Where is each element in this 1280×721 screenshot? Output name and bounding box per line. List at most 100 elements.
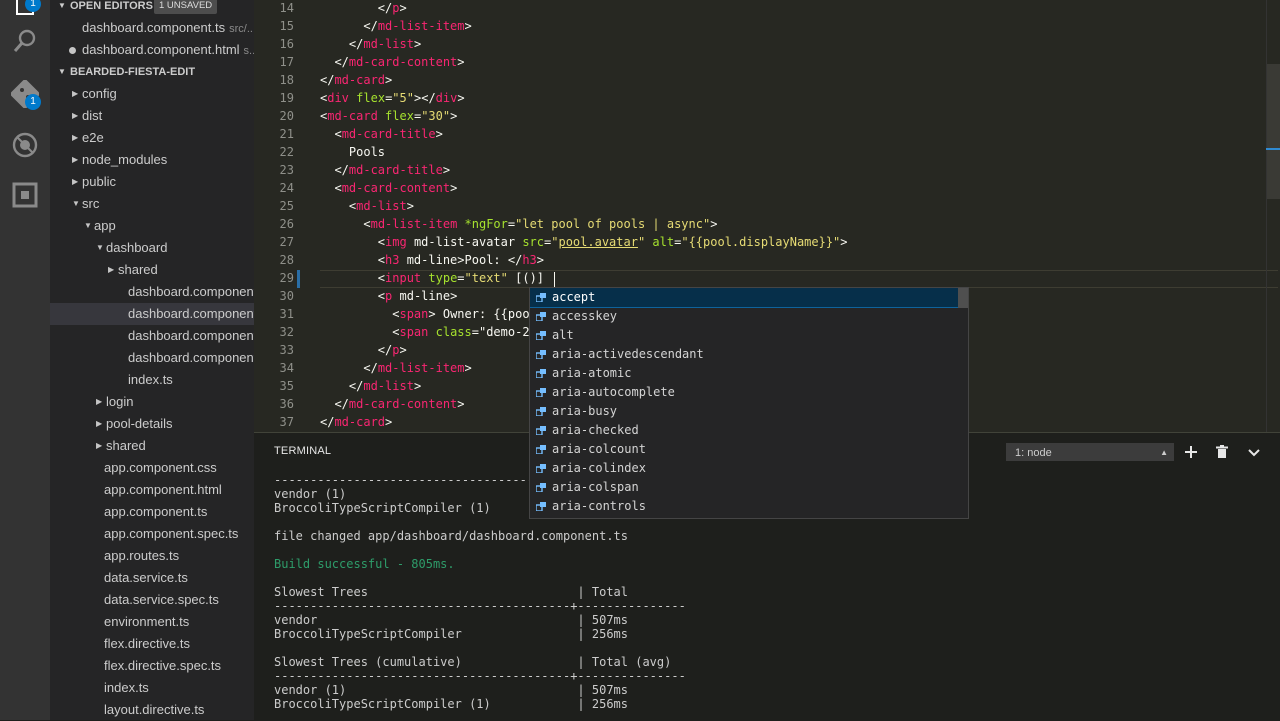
folder-item[interactable]: ▶ config [50,83,254,105]
folder-item[interactable]: ▶ pool-details [50,413,254,435]
panel-tab-terminal[interactable]: TERMINAL [274,445,331,457]
code-line[interactable]: <div flex="5"></div> [320,89,465,107]
file-item[interactable]: index.ts [50,369,254,391]
file-item[interactable]: flex.directive.spec.ts [50,655,254,677]
tree-item-label: dashboard [106,240,168,255]
line-number: 24 [279,181,294,195]
folder-item[interactable]: ▶ public [50,171,254,193]
property-icon [536,293,546,302]
kill-terminal-button[interactable] [1212,442,1232,462]
folder-item[interactable]: ▶ dist [50,105,254,127]
code-line[interactable]: <input type="text" [()] [320,269,544,287]
suggestion-label: accept [552,290,596,304]
code-line[interactable]: <p md-line> [320,287,458,305]
suggestion-label: aria-busy [552,404,618,418]
code-line[interactable]: </p> [320,341,407,359]
open-editors-header[interactable]: ▼ OPEN EDITORS 1 UNSAVED [50,0,254,17]
code-line[interactable]: </md-list-item> [320,359,471,377]
file-item[interactable]: data.service.ts [50,567,254,589]
file-item[interactable]: app.component.spec.ts [50,523,254,545]
code-line[interactable]: </md-card-content> [320,53,464,71]
tree-item-label: layout.directive.ts [104,702,205,717]
chevron-right-icon: ▶ [108,265,115,274]
code-line[interactable]: </md-card> [320,413,392,431]
tree-item-label: app.component.ts [104,504,208,519]
code-line[interactable]: <h3 md-line>Pool: </h3> [320,251,544,269]
project-header[interactable]: ▼ BEARDED-FIESTA-EDIT [50,61,254,83]
file-item[interactable]: environment.ts [50,611,254,633]
suggestion-item[interactable]: aria-colcount [530,440,958,459]
code-line[interactable]: Pools [320,143,385,161]
file-item[interactable]: dashboard.component.... [50,303,254,325]
select-arrows-icon: ▲ [1160,448,1168,457]
unsaved-badge: 1 UNSAVED [154,0,218,14]
debug-icon[interactable] [11,131,39,159]
collapse-panel-button[interactable] [1244,442,1264,462]
chevron-down-icon [1248,449,1260,457]
tree-item-label: data.service.spec.ts [104,592,219,607]
suggestion-item[interactable]: aria-controls [530,497,958,516]
folder-item[interactable]: ▼ src [50,193,254,215]
file-item[interactable]: index.ts [50,677,254,699]
open-editor-item[interactable]: dashboard.component.htmls... [50,39,254,61]
code-line[interactable]: <md-card-title> [320,125,442,143]
folder-item[interactable]: ▼ app [50,215,254,237]
code-line[interactable]: <md-card-content> [320,179,457,197]
code-line[interactable]: <span> Owner: {{poo [320,305,529,323]
folder-item[interactable]: ▶ shared [50,435,254,457]
tree-item-label: src [82,196,100,211]
folder-item[interactable]: ▶ login [50,391,254,413]
suggestion-item[interactable]: aria-atomic [530,364,958,383]
search-icon[interactable] [11,27,39,55]
code-line[interactable]: </md-list> [320,377,421,395]
autocomplete-widget[interactable]: accept accesskey alt aria-activedescendant a… [529,287,969,519]
tree-item-label: login [106,394,134,409]
code-line[interactable]: </md-card> [320,71,392,89]
suggestion-item[interactable]: alt [530,326,958,345]
folder-item[interactable]: ▶ node_modules [50,149,254,171]
suggestion-item[interactable]: aria-colspan [530,478,958,497]
suggestion-item[interactable]: accept [530,288,959,308]
tree-item-label: dashboard.component.... [128,284,254,299]
code-line[interactable]: </md-card-content> [320,395,464,413]
file-item[interactable]: app.routes.ts [50,545,254,567]
file-item[interactable]: app.component.ts [50,501,254,523]
file-item[interactable]: data.service.spec.ts [50,589,254,611]
chevron-down-icon: ▼ [72,199,80,208]
code-line[interactable]: <img md-list-avatar src="pool.avatar" al… [320,233,848,251]
suggestion-item[interactable]: aria-autocomplete [530,383,958,402]
suggest-scrollbar[interactable] [958,288,968,308]
code-line[interactable]: <md-list-item *ngFor="let pool of pools … [320,215,717,233]
file-item[interactable]: app.component.css [50,457,254,479]
suggestion-item[interactable]: aria-checked [530,421,958,440]
code-line[interactable]: </p> [320,0,407,17]
code-line[interactable]: </md-list> [320,35,421,53]
suggestion-item[interactable]: accesskey [530,307,958,326]
terminal-line: file changed app/dashboard/dashboard.com… [274,529,629,543]
tree-item-label: dashboard.component.... [128,328,254,343]
file-item[interactable]: dashboard.component.... [50,281,254,303]
add-terminal-button[interactable] [1181,442,1201,462]
line-number: 36 [279,397,294,411]
folder-item[interactable]: ▼ dashboard [50,237,254,259]
folder-item[interactable]: ▶ shared [50,259,254,281]
code-line[interactable]: </md-card-title> [320,161,450,179]
file-item[interactable]: dashboard.component.... [50,325,254,347]
code-line[interactable]: </md-list-item> [320,17,471,35]
code-line[interactable]: <md-card flex="30"> [320,107,457,125]
file-item[interactable]: app.component.html [50,479,254,501]
code-line[interactable]: <span class="demo-2 [320,323,529,341]
terminal-select[interactable]: 1: node ▲ [1006,443,1174,461]
editor-scrollbar[interactable] [1267,64,1280,199]
suggestion-item[interactable]: aria-colindex [530,459,958,478]
file-item[interactable]: layout.directive.ts [50,699,254,720]
file-item[interactable]: dashboard.component.... [50,347,254,369]
file-item[interactable]: flex.directive.ts [50,633,254,655]
open-editor-item[interactable]: dashboard.component.ts src/... [50,17,254,39]
folder-item[interactable]: ▶ e2e [50,127,254,149]
code-line[interactable]: <md-list> [320,197,414,215]
suggestion-item[interactable]: aria-busy [530,402,958,421]
git-modified-marker [297,270,300,288]
extensions-icon[interactable] [11,181,39,209]
suggestion-item[interactable]: aria-activedescendant [530,345,958,364]
